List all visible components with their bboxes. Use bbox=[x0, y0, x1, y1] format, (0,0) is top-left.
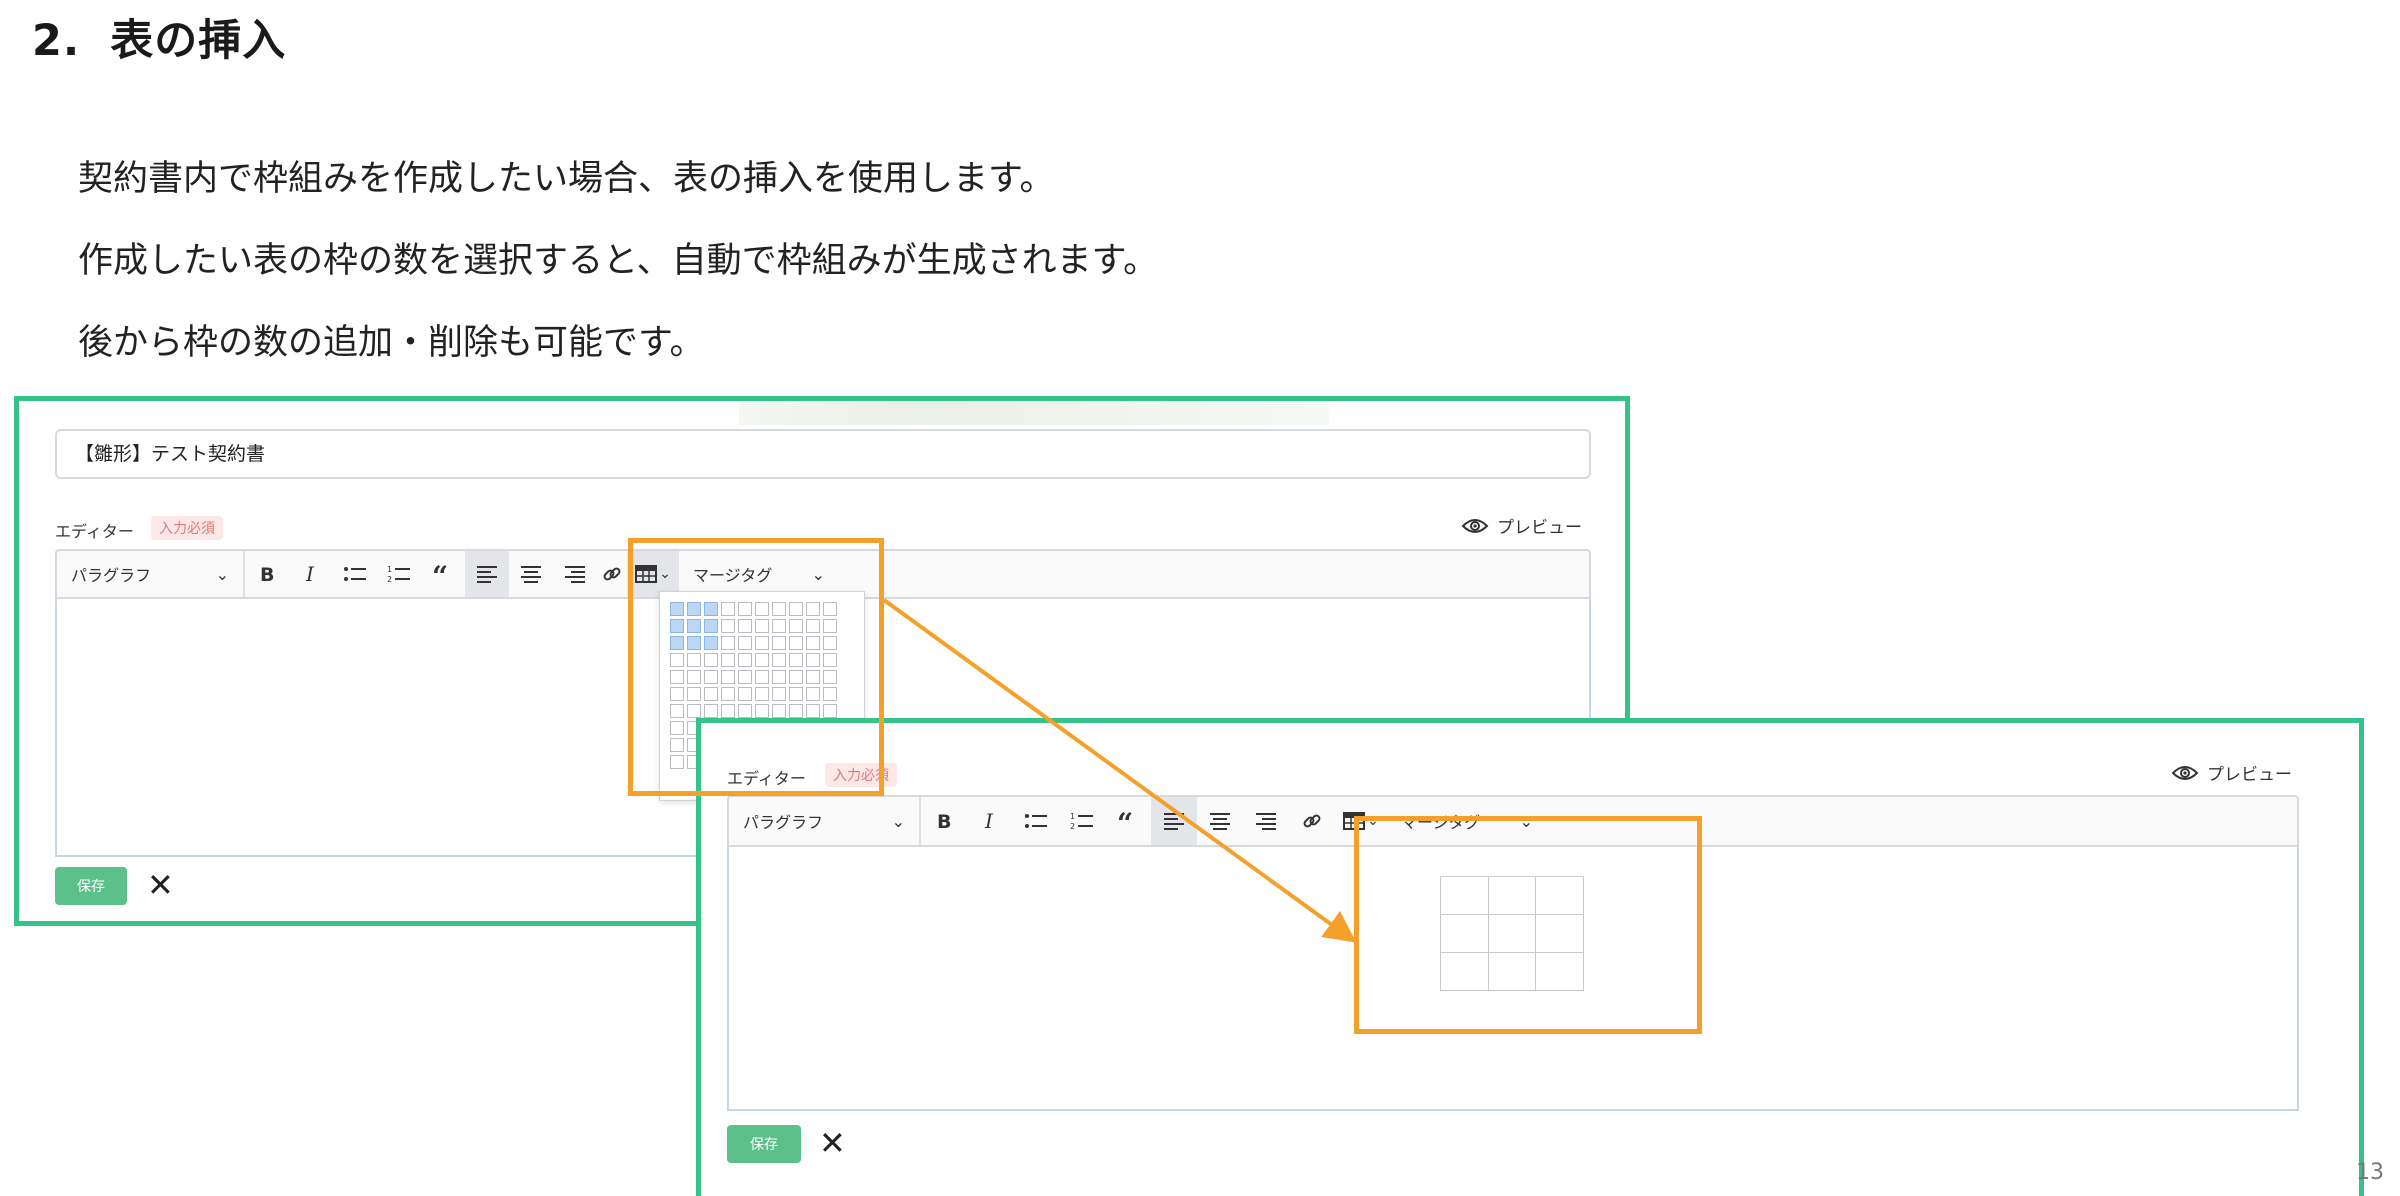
table-cell[interactable] bbox=[1487, 914, 1537, 953]
link-button[interactable] bbox=[1289, 797, 1335, 845]
chevron-down-icon: ⌄ bbox=[891, 811, 905, 831]
save-button[interactable]: 保存 bbox=[727, 1125, 801, 1163]
eye-icon bbox=[1461, 518, 1489, 533]
paragraph-3: 後から枠の数の追加・削除も可能です。 bbox=[78, 323, 705, 363]
paragraph-select-label: パラグラフ bbox=[71, 566, 152, 585]
italic-button[interactable]: I bbox=[289, 551, 333, 597]
align-center-icon bbox=[1210, 813, 1230, 830]
preview-button[interactable]: プレビュー bbox=[1461, 513, 1582, 538]
align-right-button[interactable] bbox=[1243, 797, 1289, 845]
svg-text:“: “ bbox=[1117, 811, 1133, 831]
chevron-down-icon: ⌄ bbox=[215, 564, 229, 584]
numbered-list-button[interactable]: 12 bbox=[1059, 797, 1105, 845]
svg-text:B: B bbox=[937, 811, 951, 831]
section-number: 2. bbox=[32, 16, 81, 66]
paragraph-select[interactable]: パラグラフ ⌄ bbox=[57, 551, 243, 597]
align-right-icon bbox=[1256, 813, 1276, 830]
bold-icon: B bbox=[260, 564, 274, 584]
numbered-list-icon: 12 bbox=[387, 565, 410, 584]
italic-icon: I bbox=[305, 564, 315, 584]
svg-text:1: 1 bbox=[1070, 812, 1075, 821]
table-cell[interactable] bbox=[1440, 914, 1489, 953]
close-icon[interactable]: ✕ bbox=[819, 1127, 846, 1159]
paragraph-1: 契約書内で枠組みを作成したい場合、表の挿入を使用します。 bbox=[78, 159, 1055, 199]
align-right-icon bbox=[565, 566, 585, 583]
numbered-list-icon: 12 bbox=[1070, 812, 1093, 831]
table-cell[interactable] bbox=[1535, 914, 1584, 953]
table-cell[interactable] bbox=[1535, 952, 1584, 991]
preview-label: プレビュー bbox=[2207, 765, 2292, 785]
save-button[interactable]: 保存 bbox=[55, 867, 127, 905]
blockquote-button[interactable]: “ bbox=[421, 551, 465, 597]
link-icon bbox=[603, 567, 621, 581]
align-left-button[interactable] bbox=[1151, 797, 1197, 845]
eye-icon bbox=[2171, 765, 2199, 780]
bullet-list-button[interactable] bbox=[1013, 797, 1059, 845]
align-center-button[interactable] bbox=[1197, 797, 1243, 845]
title-input[interactable]: 【雛形】テスト契約書 bbox=[55, 429, 1591, 479]
align-center-button[interactable] bbox=[509, 551, 553, 597]
section-title: 表の挿入 bbox=[110, 16, 287, 66]
align-right-button[interactable] bbox=[553, 551, 597, 597]
section-heading: 2. 表の挿入 bbox=[32, 6, 286, 68]
table-row bbox=[1440, 914, 1584, 953]
decorative-banner bbox=[739, 401, 1329, 425]
bullet-list-icon bbox=[344, 567, 366, 581]
highlight-table-picker bbox=[628, 538, 884, 796]
table-cell[interactable] bbox=[1487, 876, 1537, 915]
svg-text:B: B bbox=[260, 564, 274, 584]
table-row bbox=[1440, 876, 1584, 915]
blockquote-button[interactable]: “ bbox=[1105, 797, 1151, 845]
svg-text:1: 1 bbox=[387, 565, 392, 574]
link-button[interactable] bbox=[597, 551, 627, 597]
inserted-table[interactable] bbox=[1440, 876, 1584, 991]
paragraph-select[interactable]: パラグラフ ⌄ bbox=[729, 797, 919, 845]
bullet-list-icon bbox=[1025, 814, 1047, 828]
bold-icon: B bbox=[937, 811, 951, 831]
paragraph-select-label: パラグラフ bbox=[743, 813, 824, 832]
svg-text:I: I bbox=[305, 564, 315, 584]
align-left-icon bbox=[477, 566, 497, 583]
italic-button[interactable]: I bbox=[967, 797, 1013, 845]
preview-button[interactable]: プレビュー bbox=[2171, 760, 2292, 785]
svg-text:2: 2 bbox=[387, 575, 392, 584]
editor-label: エディター bbox=[55, 522, 134, 541]
link-icon bbox=[1303, 814, 1321, 828]
align-left-button[interactable] bbox=[465, 551, 509, 597]
preview-label: プレビュー bbox=[1497, 518, 1582, 538]
paragraph-2: 作成したい表の枠の数を選択すると、自動で枠組みが生成されます。 bbox=[78, 241, 1159, 281]
table-cell[interactable] bbox=[1440, 952, 1489, 991]
align-center-icon bbox=[521, 566, 541, 583]
italic-icon: I bbox=[984, 811, 994, 831]
bold-button[interactable]: B bbox=[245, 551, 289, 597]
quote-icon: “ bbox=[432, 564, 448, 584]
quote-icon: “ bbox=[1117, 811, 1133, 831]
align-left-icon bbox=[1164, 813, 1184, 830]
table-cell[interactable] bbox=[1487, 952, 1537, 991]
bold-button[interactable]: B bbox=[921, 797, 967, 845]
numbered-list-button[interactable]: 12 bbox=[377, 551, 421, 597]
table-row bbox=[1440, 952, 1584, 991]
required-badge: 入力必須 bbox=[151, 516, 223, 540]
table-cell[interactable] bbox=[1535, 876, 1584, 915]
page-number: 13 bbox=[2356, 1160, 2384, 1185]
svg-text:“: “ bbox=[432, 564, 448, 584]
svg-text:2: 2 bbox=[1070, 822, 1075, 831]
close-icon[interactable]: ✕ bbox=[147, 869, 174, 901]
table-cell[interactable] bbox=[1440, 876, 1489, 915]
svg-text:I: I bbox=[984, 811, 994, 831]
bullet-list-button[interactable] bbox=[333, 551, 377, 597]
